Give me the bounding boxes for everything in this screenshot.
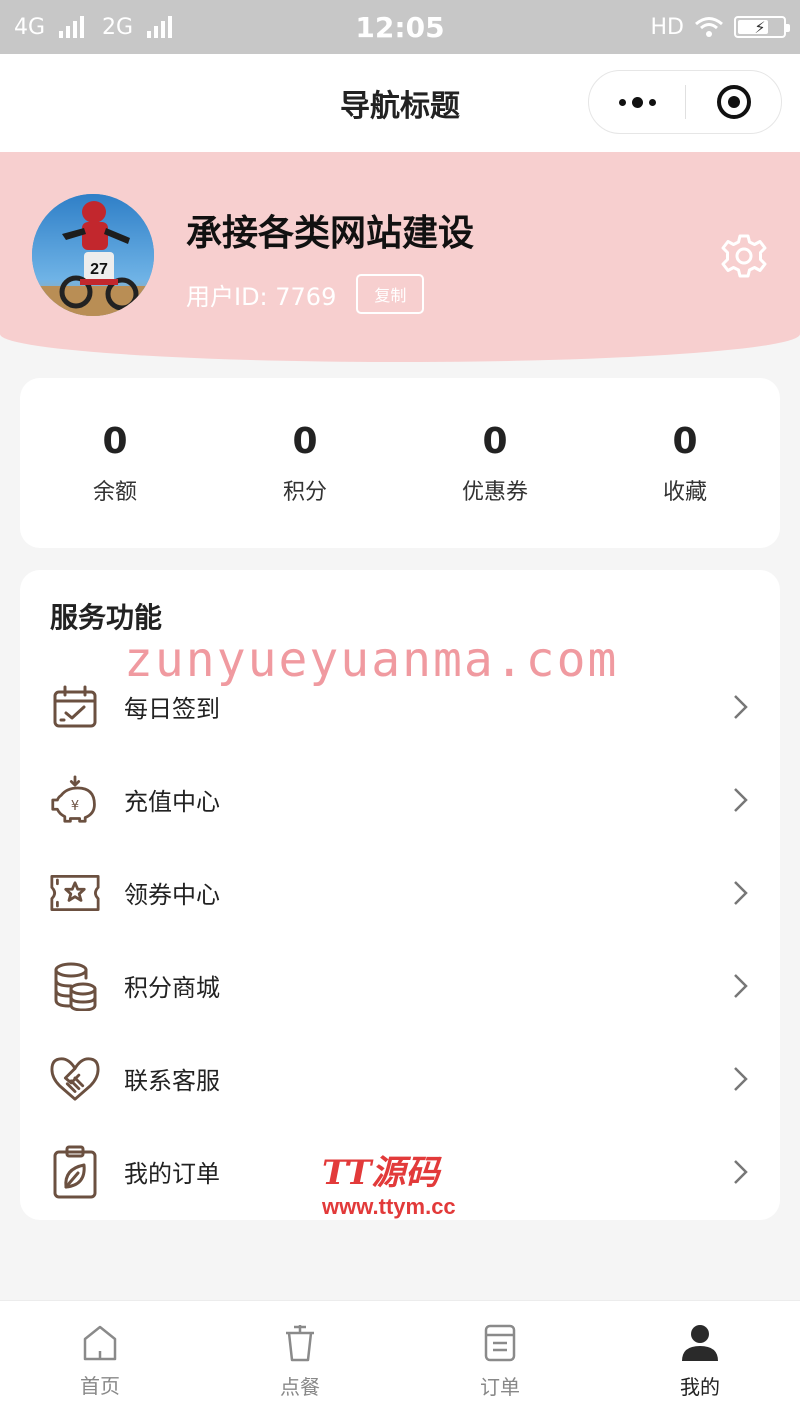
status-left: 4G 2G: [14, 14, 173, 40]
order-icon: [484, 1324, 516, 1362]
service-card: 服务功能 zunyueyuanma.com 每日签到 ¥ 充值中心 领券中心 积…: [20, 570, 780, 1220]
user-id-row: 用户ID: 7769 复制: [186, 274, 425, 314]
hd-indicator: HD: [650, 14, 684, 40]
stat-value: 0: [482, 420, 508, 462]
user-id: 用户ID: 7769: [186, 282, 337, 311]
nav-bar: 导航标题: [0, 54, 800, 152]
service-item-points-mall[interactable]: 积分商城: [20, 939, 780, 1032]
avatar[interactable]: 27: [32, 194, 154, 316]
stat-coupons[interactable]: 0 优惠券: [400, 421, 590, 506]
service-label: 我的订单: [124, 1160, 220, 1188]
home-icon: [83, 1325, 117, 1361]
service-label: 联系客服: [124, 1067, 220, 1095]
battery-icon: ⚡: [734, 16, 790, 38]
stat-value: 0: [292, 420, 318, 462]
user-icon: [682, 1325, 718, 1361]
svg-text:27: 27: [90, 261, 108, 278]
mini-program-capsule: [588, 70, 782, 134]
stat-label: 余额: [92, 479, 137, 505]
tab-label: 订单: [480, 1375, 520, 1399]
wifi-icon: [695, 17, 723, 37]
stat-points[interactable]: 0 积分: [210, 421, 400, 506]
dot-icon: [618, 98, 626, 106]
cup-icon: [286, 1325, 314, 1362]
service-item-my-orders[interactable]: 我的订单: [20, 1125, 780, 1218]
tab-label: 我的: [680, 1375, 720, 1399]
profile-header: 27 承接各类网站建设 用户ID: 7769 复制: [0, 152, 800, 362]
dot-icon: [631, 96, 643, 108]
chevron-right-icon: [734, 1159, 748, 1184]
signal-icon: [59, 16, 85, 38]
svg-text:¥: ¥: [71, 799, 79, 814]
tab-label: 点餐: [280, 1375, 320, 1399]
close-button[interactable]: [686, 71, 781, 133]
piggy-bank-icon: ¥: [50, 774, 100, 825]
dot-icon: [648, 98, 656, 106]
stats-card: 0 余额 0 积分 0 优惠券 0 收藏: [20, 378, 780, 548]
stat-favorites[interactable]: 0 收藏: [590, 421, 780, 506]
target-icon: [716, 85, 751, 119]
page-title: 导航标题: [340, 89, 460, 124]
service-item-checkin[interactable]: 每日签到: [20, 660, 780, 753]
copy-button[interactable]: 复制: [356, 274, 425, 314]
signal-icon: [147, 16, 173, 38]
service-item-recharge[interactable]: ¥ 充值中心: [20, 753, 780, 846]
tab-bar: 首页 点餐 订单 我的: [0, 1300, 800, 1422]
status-right: HD ⚡: [650, 14, 790, 40]
chevron-right-icon: [734, 973, 748, 998]
tab-orders[interactable]: 订单: [400, 1301, 600, 1422]
motocross-rider-image: 27: [32, 194, 154, 316]
service-label: 充值中心: [124, 788, 220, 816]
tab-home[interactable]: 首页: [0, 1301, 200, 1422]
chevron-right-icon: [734, 880, 748, 905]
service-item-customer-service[interactable]: 联系客服: [20, 1032, 780, 1125]
chevron-right-icon: [734, 694, 748, 719]
stat-label: 优惠券: [461, 479, 528, 505]
network-2g: 2G: [102, 14, 134, 40]
stat-label: 积分: [282, 479, 327, 505]
tab-label: 首页: [80, 1374, 120, 1398]
heart-handshake-icon: [50, 1054, 100, 1104]
service-list: 每日签到 ¥ 充值中心 领券中心 积分商城 联系客服 我的订单: [20, 660, 780, 1218]
stat-value: 0: [102, 420, 128, 462]
service-item-coupons[interactable]: 领券中心: [20, 846, 780, 939]
stat-label: 收藏: [662, 479, 707, 505]
tab-mine[interactable]: 我的: [600, 1301, 800, 1422]
chevron-right-icon: [734, 1066, 748, 1091]
status-bar: 4G 2G 12:05 HD ⚡: [0, 0, 800, 54]
coins-icon: [50, 961, 100, 1011]
chevron-right-icon: [734, 787, 748, 812]
gear-icon[interactable]: [720, 232, 768, 280]
service-label: 积分商城: [124, 974, 220, 1002]
service-label: 领券中心: [124, 881, 220, 909]
network-4g: 4G: [14, 14, 46, 40]
more-button[interactable]: [589, 71, 685, 133]
section-title: 服务功能: [50, 601, 163, 634]
stat-balance[interactable]: 0 余额: [20, 421, 210, 506]
service-label: 每日签到: [124, 695, 220, 723]
user-name: 承接各类网站建设: [186, 213, 475, 254]
tab-order-food[interactable]: 点餐: [200, 1301, 400, 1422]
clipboard-leaf-icon: [50, 1145, 100, 1198]
coupon-icon: [50, 868, 100, 918]
stat-value: 0: [672, 420, 698, 462]
calendar-check-icon: [50, 682, 100, 732]
